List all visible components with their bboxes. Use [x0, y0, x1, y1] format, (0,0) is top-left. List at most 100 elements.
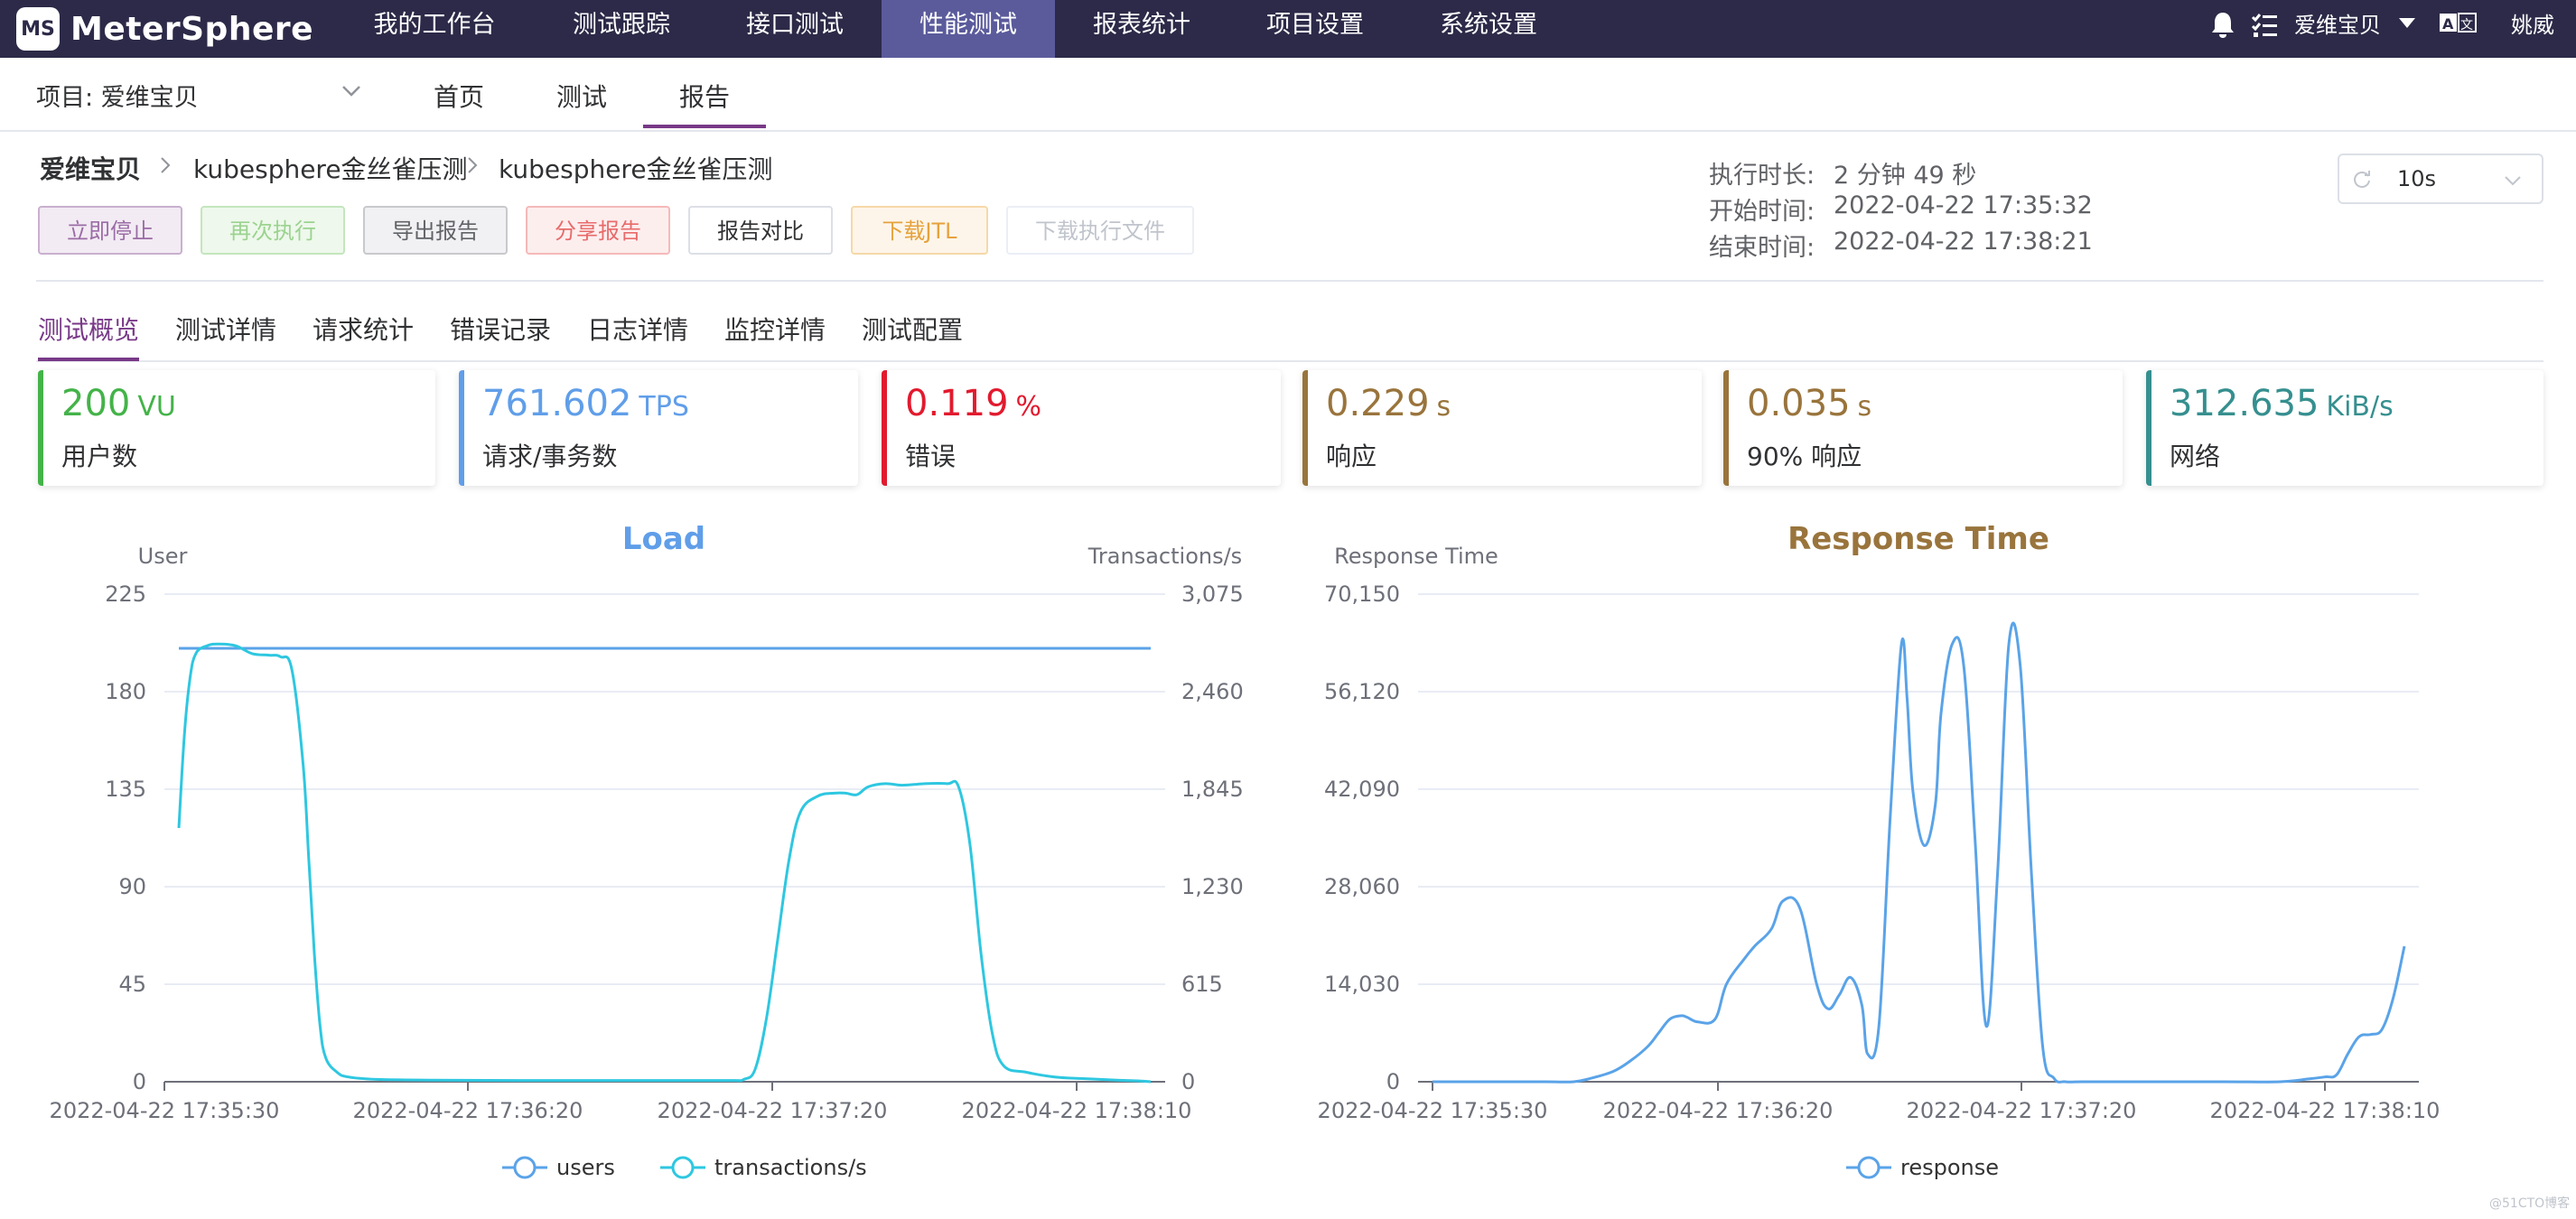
- export-report-button[interactable]: 导出报告: [363, 206, 508, 255]
- nav-item-system-settings[interactable]: 系统设置: [1402, 0, 1575, 58]
- subnav-tab-test[interactable]: 测试: [556, 78, 607, 114]
- y-axis-label: Response Time: [1334, 544, 1498, 569]
- x-tick-label: 2022-04-22 17:38:10: [2210, 1098, 2441, 1123]
- legend-label: users: [556, 1155, 615, 1180]
- start-time-value: 2022-04-22 17:35:32: [1834, 191, 2093, 219]
- metersphere-logo-icon: MS: [16, 7, 60, 51]
- x-tick-label: 2022-04-22 17:37:20: [1907, 1098, 2137, 1123]
- end-time-label: 结束时间:: [1709, 234, 1815, 262]
- rerun-button[interactable]: 再次执行: [201, 206, 345, 255]
- metric-value: 0.119%: [905, 383, 1042, 424]
- y2-tick-label: 615: [1181, 972, 1223, 997]
- y2-tick-label: 0: [1181, 1069, 1195, 1094]
- y2-tick-label: 1,845: [1181, 777, 1244, 802]
- metric-card-network: 312.635 KiB/s 网络: [2146, 370, 2543, 486]
- x-tick-label: 2022-04-22 17:37:20: [658, 1098, 888, 1123]
- metric-value: 0.229 s: [1326, 383, 1451, 424]
- y-tick-label: 14,030: [1324, 972, 1400, 997]
- duration-value: 2 分钟 49 秒: [1834, 162, 1977, 190]
- nav-item-project-settings[interactable]: 项目设置: [1228, 0, 1402, 58]
- legend-label: transactions/s: [714, 1155, 867, 1180]
- metric-value: 0.035 s: [1747, 383, 1872, 424]
- y2-tick-label: 2,460: [1181, 679, 1244, 704]
- metric-card-errors: 0.119% 错误: [882, 370, 1281, 486]
- sub-navbar: 项目: 爱维宝贝 首页 测试 报告: [0, 58, 2576, 132]
- subnav-tab-report[interactable]: 报告: [679, 78, 730, 114]
- task-list-icon[interactable]: [2251, 13, 2278, 38]
- nav-item-api-test[interactable]: 接口测试: [708, 0, 882, 58]
- tab-bar-line: [36, 360, 2543, 362]
- stop-button[interactable]: 立即停止: [38, 206, 182, 255]
- y-tick-label: 42,090: [1324, 777, 1400, 802]
- metric-label: 90% 响应: [1747, 442, 1862, 471]
- tab-monitor-details[interactable]: 监控详情: [724, 311, 826, 347]
- nav-item-test-tracking[interactable]: 测试跟踪: [535, 0, 708, 58]
- compare-report-button[interactable]: 报告对比: [688, 206, 833, 255]
- legend-marker-icon: [1857, 1156, 1881, 1179]
- subnav-active-indicator: [643, 125, 766, 128]
- tab-test-details[interactable]: 测试详情: [175, 311, 276, 347]
- download-files-button: 下载执行文件: [1006, 206, 1194, 255]
- nav-item-workbench[interactable]: 我的工作台: [354, 0, 515, 58]
- subnav-tab-home[interactable]: 首页: [434, 78, 484, 114]
- x-tick-label: 2022-04-22 17:38:10: [962, 1098, 1192, 1123]
- end-time-value: 2022-04-22 17:38:21: [1834, 228, 2093, 256]
- metric-value: 761.602 TPS: [482, 383, 689, 424]
- svg-text:文: 文: [2460, 18, 2473, 33]
- chevron-right-icon: [468, 157, 478, 173]
- logo[interactable]: MS MeterSphere: [16, 4, 313, 54]
- tab-test-config[interactable]: 测试配置: [862, 311, 963, 347]
- chart-title: Load: [622, 521, 705, 557]
- start-time-label: 开始时间:: [1709, 198, 1815, 226]
- y-tick-label: 28,060: [1324, 874, 1400, 899]
- watermark: @51CTO博客: [2489, 1196, 2571, 1211]
- chevron-right-icon: [161, 157, 171, 173]
- share-report-button[interactable]: 分享报告: [526, 206, 670, 255]
- y-tick-label: 45: [118, 972, 146, 997]
- user-name[interactable]: 姚威: [2511, 0, 2554, 58]
- tab-error-records[interactable]: 错误记录: [450, 311, 551, 347]
- response-time-chart: 0 14,030 28,060 42,090 56,120 70,150 2022-04-2…: [1318, 521, 2441, 1180]
- y2-tick-label: 3,075: [1181, 582, 1244, 607]
- chevron-down-icon[interactable]: [341, 85, 361, 98]
- nav-item-performance-test[interactable]: 性能测试: [882, 0, 1055, 58]
- metric-label: 响应: [1326, 442, 1377, 471]
- x-tick-label: 2022-04-22 17:35:30: [1318, 1098, 1548, 1123]
- metric-label: 请求/事务数: [482, 442, 618, 471]
- tab-test-overview[interactable]: 测试概览: [38, 311, 139, 347]
- legend-marker-icon: [513, 1156, 537, 1179]
- series-line-transactions-s: [177, 642, 1152, 1084]
- download-jtl-button[interactable]: 下载JTL: [851, 206, 988, 255]
- y-axis-label: User: [138, 544, 188, 569]
- refresh-icon: [2354, 171, 2370, 188]
- breadcrumb-test[interactable]: kubesphere金丝雀压测: [193, 150, 468, 186]
- x-tick-label: 2022-04-22 17:36:20: [1603, 1098, 1834, 1123]
- top-navbar: MS MeterSphere 我的工作台 测试跟踪 接口测试 性能测试 报表统计…: [0, 0, 2576, 58]
- x-tick-label: 2022-04-22 17:36:20: [353, 1098, 583, 1123]
- tab-request-stats[interactable]: 请求统计: [313, 311, 414, 347]
- y-tick-label: 135: [105, 777, 146, 802]
- metric-card-tps: 761.602 TPS 请求/事务数: [459, 370, 858, 486]
- bell-icon[interactable]: [2209, 11, 2236, 40]
- tab-log-details[interactable]: 日志详情: [587, 311, 688, 347]
- y-tick-label: 0: [133, 1069, 146, 1094]
- x-tick-label: 2022-04-22 17:35:30: [50, 1098, 280, 1123]
- load-chart: 0 0 45 615 90 1,230 135 1,845 180 2,460 225 3,075 20…: [50, 521, 1244, 1180]
- breadcrumb-project[interactable]: 爱维宝贝: [40, 150, 141, 186]
- metric-card-users: 200 VU 用户数: [38, 370, 435, 486]
- caret-down-icon[interactable]: [2399, 18, 2415, 29]
- legend-label: response: [1900, 1155, 1999, 1180]
- refresh-interval-select[interactable]: 10s: [2338, 154, 2543, 204]
- metric-label: 错误: [905, 442, 957, 471]
- metric-value: 312.635 KiB/s: [2170, 383, 2394, 424]
- translate-icon[interactable]: A 文: [2439, 11, 2477, 36]
- metric-card-response: 0.229 s 响应: [1302, 370, 1702, 486]
- chevron-down-icon: [2505, 176, 2521, 186]
- nav-item-report-stats[interactable]: 报表统计: [1055, 0, 1228, 58]
- workspace-switcher[interactable]: 爱维宝贝: [2294, 0, 2381, 58]
- metric-label: 网络: [2170, 442, 2221, 471]
- y-tick-label: 225: [105, 582, 146, 607]
- project-selector[interactable]: 项目: 爱维宝贝: [36, 78, 199, 113]
- y-tick-label: 56,120: [1324, 679, 1400, 704]
- header-divider: [36, 280, 2543, 282]
